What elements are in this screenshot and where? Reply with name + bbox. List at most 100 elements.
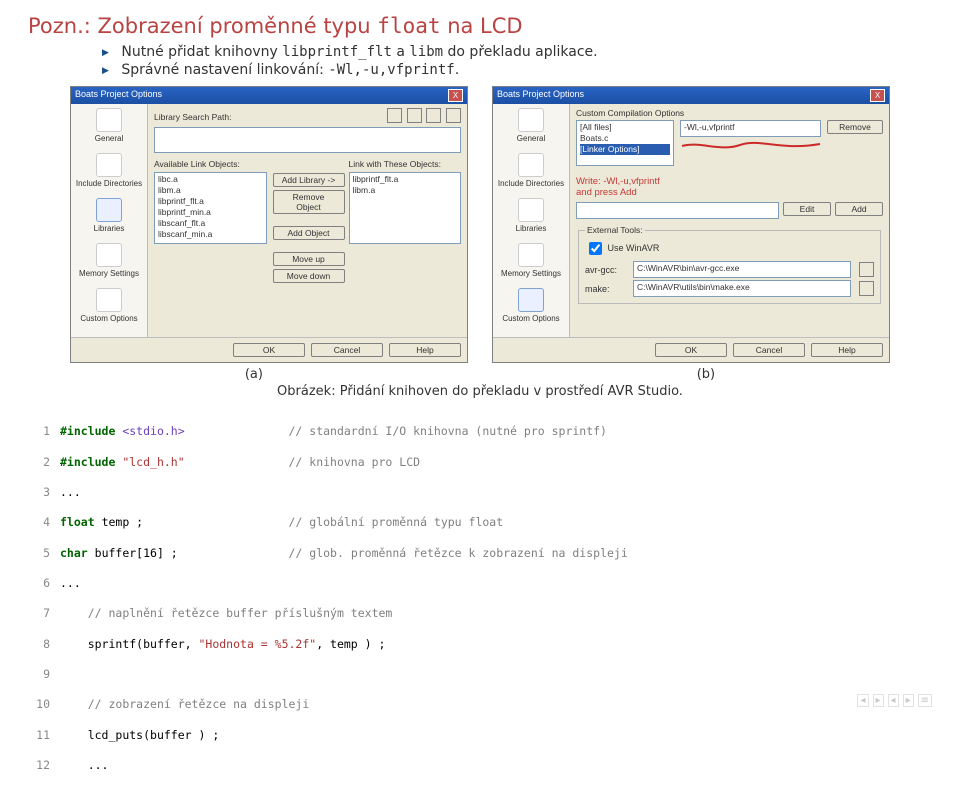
list-item[interactable]: libc.a [158,174,263,185]
bullet-1-code-b: libm [409,44,443,60]
code-args: , temp ) ; [316,637,385,651]
code-keyword: #include [60,424,115,438]
list-item[interactable]: libprintf_min.a [158,207,263,218]
list-item[interactable]: Boats.c [580,133,670,144]
nav-menu-icon[interactable]: ≡ [918,694,932,707]
dialog-b-buttons: OK Cancel Help [493,337,889,362]
path-new-icon[interactable] [426,108,441,123]
list-item[interactable]: [Linker Options] [580,144,670,155]
nav-custom[interactable]: Custom Options [73,288,145,323]
nav-libraries[interactable]: Libraries [495,198,567,233]
code-header: "lcd_h.h" [122,455,184,469]
bullet-1-text-b: a [392,44,409,60]
list-item[interactable]: libm.a [353,185,458,196]
path-down-icon[interactable] [407,108,422,123]
nav-memory[interactable]: Memory Settings [73,243,145,278]
with-list[interactable]: libprintf_flt.a libm.a [349,172,462,244]
nav-general[interactable]: General [73,108,145,143]
code-comment: // naplnění řetězce buffer příslušným te… [88,606,393,620]
files-list[interactable]: [All files] Boats.c [Linker Options] [576,120,674,166]
list-item[interactable]: libscanf_flt.a [158,218,263,229]
code-comment: // zobrazení řetězce na displeji [88,697,310,711]
help-button[interactable]: Help [811,343,883,357]
add-library-button[interactable]: Add Library -> [273,173,345,187]
nav-include-dirs[interactable]: Include Directories [73,153,145,188]
figure-caption-text: Přidání knihoven do překladu v prostředí… [336,384,683,399]
code-type: char [60,546,88,560]
avr-gcc-path-input[interactable]: C:\WinAVR\bin\avr-gcc.exe [633,261,851,278]
hint-line-1: Write: -Wl,-u,vfprintf [576,176,883,187]
title-text-2: na LCD [441,14,523,38]
nav-next-section-icon[interactable]: ▸ [873,694,884,707]
dialog-a: Boats Project Options X General Include … [70,86,468,363]
nav-include-label: Include Directories [76,179,142,188]
move-up-button[interactable]: Move up [273,252,345,266]
ok-button[interactable]: OK [655,343,727,357]
make-path-input[interactable]: C:\WinAVR\utils\bin\make.exe [633,280,851,297]
nav-next-slide-icon[interactable]: ▸ [903,694,914,707]
help-button[interactable]: Help [389,343,461,357]
beamer-nav-icons: ◂ ▸ ◂ ▸ ≡ [853,695,932,706]
use-winavr-checkbox[interactable] [589,242,602,255]
remove-button[interactable]: Remove [827,120,883,134]
cancel-button[interactable]: Cancel [311,343,383,357]
list-item[interactable]: libscanf_min.a [158,229,263,240]
folder-icon [96,153,122,177]
option-add-input[interactable] [576,202,779,219]
nav-custom[interactable]: Custom Options [495,288,567,323]
dialog-b-title: Boats Project Options [497,89,584,102]
bullet-2-text-a: Správné nastavení linkování: [121,62,328,78]
external-tools-label: External Tools: [585,225,645,235]
close-icon[interactable]: X [448,89,463,102]
edit-button[interactable]: Edit [783,202,831,216]
browse-icon[interactable] [859,262,874,277]
hint-line-2: and press Add [576,187,883,198]
dialog-a-sidebar: General Include Directories Libraries Me… [71,104,148,337]
option-value-input[interactable]: -Wl,-u,vfprintf [680,120,821,137]
path-delete-icon[interactable] [446,108,461,123]
nav-prev-slide-icon[interactable]: ◂ [888,694,899,707]
code-args: buffer, [143,637,198,651]
list-item[interactable]: libm.a [158,185,263,196]
general-icon [96,108,122,132]
remove-object-button[interactable]: Remove Object [273,190,345,214]
code-line: 9 [28,667,932,682]
nav-prev-section-icon[interactable]: ◂ [857,694,868,707]
dialog-b-titlebar: Boats Project Options X [493,87,889,104]
lib-search-path-list[interactable] [154,127,461,153]
caption-a: (a) [245,367,263,382]
available-list[interactable]: libc.a libm.a libprintf_flt.a libprintf_… [154,172,267,244]
close-icon[interactable]: X [870,89,885,102]
list-item[interactable]: libprintf_flt.a [353,174,458,185]
line-number: 2 [28,455,50,470]
bullet-list: Nutné přidat knihovny libprintf_flt a li… [62,44,932,78]
custom-compilation-label: Custom Compilation Options [576,108,883,118]
available-label: Available Link Objects: [154,159,267,169]
custom-icon [518,288,544,312]
nav-general-label: General [95,134,123,143]
list-item[interactable]: libprintf_flt.a [158,196,263,207]
code-line: 6... [28,576,932,591]
nav-general[interactable]: General [495,108,567,143]
code-line: 5char buffer[16] ; // glob. proměnná řet… [28,546,932,561]
path-up-icon[interactable] [387,108,402,123]
line-number: 1 [28,424,50,439]
dialog-b: Boats Project Options X General Include … [492,86,890,363]
add-button[interactable]: Add [835,202,883,216]
list-item[interactable]: [All files] [580,122,670,133]
browse-icon[interactable] [859,281,874,296]
line-number: 3 [28,485,50,500]
move-down-button[interactable]: Move down [273,269,345,283]
add-object-button[interactable]: Add Object [273,226,345,240]
code-ident: buffer[16] ; [95,546,178,560]
nav-libraries[interactable]: Libraries [73,198,145,233]
code-ident: temp ; [102,515,144,529]
nav-memory[interactable]: Memory Settings [495,243,567,278]
cancel-button[interactable]: Cancel [733,343,805,357]
ok-button[interactable]: OK [233,343,305,357]
use-winavr-label: Use WinAVR [608,243,660,253]
code-comment: // standardní I/O knihovna (nutné pro sp… [289,424,608,438]
nav-include-dirs[interactable]: Include Directories [495,153,567,188]
code-args: buffer ) ; [150,728,219,742]
memory-icon [96,243,122,267]
